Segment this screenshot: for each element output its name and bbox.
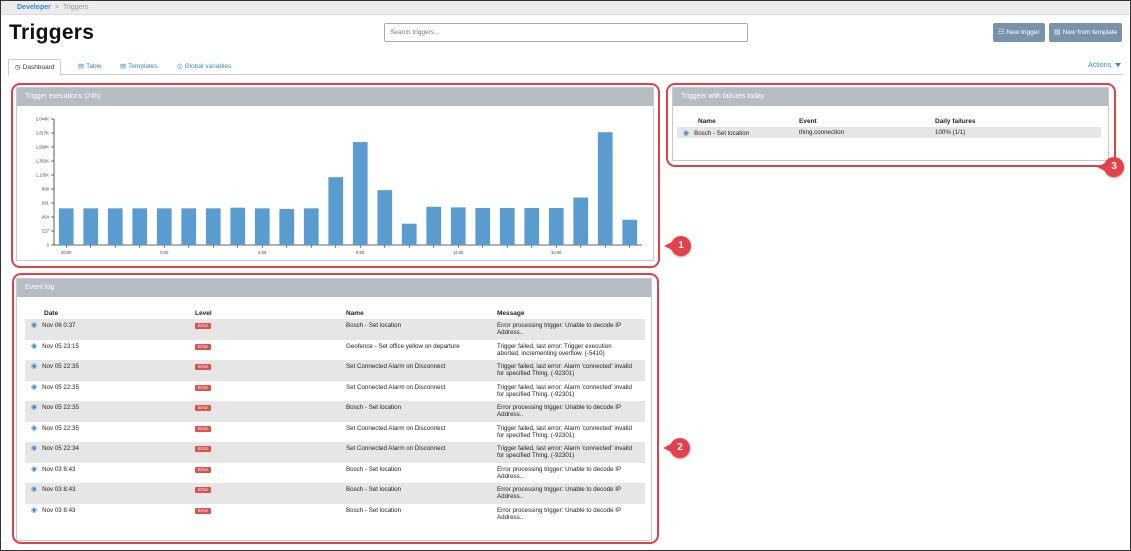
dashboard-icon: ◷ bbox=[15, 64, 21, 71]
actions-label: Actions bbox=[1088, 62, 1111, 69]
annotation-marker-3: 3 bbox=[1097, 157, 1124, 177]
new-trigger-button[interactable]: ☷ New trigger bbox=[993, 23, 1045, 42]
annotation-highlight-3 bbox=[666, 83, 1116, 167]
annotation-marker-1: 1 bbox=[664, 236, 691, 256]
table-icon: ▤ bbox=[78, 63, 85, 70]
tab-table-label: Table bbox=[86, 63, 102, 70]
tab-dashboard-label: Dashboard bbox=[22, 64, 55, 71]
globe-icon: ◎ bbox=[177, 63, 183, 70]
new-from-template-button[interactable]: ▤ New from template bbox=[1049, 23, 1122, 42]
template-icon: ▤ bbox=[120, 63, 127, 70]
page-title: Triggers bbox=[9, 21, 95, 44]
annotation-highlight-1 bbox=[11, 83, 660, 268]
new-from-template-label: New from template bbox=[1062, 29, 1118, 36]
tab-bar: ◷ Dashboard ▤ Table ▤ Templates ◎ Global var… bbox=[8, 59, 1123, 76]
breadcrumb: Developer > Triggers bbox=[1, 1, 1129, 15]
tab-table[interactable]: ▤ Table bbox=[78, 59, 102, 75]
table-icon: ▤ bbox=[1054, 29, 1061, 36]
tab-global-variables-label: Global variables bbox=[184, 63, 232, 70]
tab-global-variables[interactable]: ◎ Global variables bbox=[177, 59, 231, 75]
search-placeholder: Search triggers... bbox=[390, 29, 440, 36]
tab-templates[interactable]: ▤ Templates bbox=[120, 59, 158, 75]
actions-dropdown[interactable]: Actions bbox=[1088, 62, 1121, 69]
breadcrumb-developer-link[interactable]: Developer bbox=[17, 4, 51, 11]
new-trigger-label: New trigger bbox=[1006, 29, 1040, 36]
annotation-highlight-2 bbox=[12, 273, 659, 544]
breadcrumb-current: Triggers bbox=[62, 4, 89, 11]
annotation-marker-2: 2 bbox=[663, 438, 690, 458]
search-input[interactable]: Search triggers... bbox=[384, 23, 748, 42]
tab-dashboard[interactable]: ◷ Dashboard bbox=[8, 59, 62, 76]
chevron-down-icon bbox=[1115, 63, 1121, 68]
breadcrumb-separator: > bbox=[54, 4, 59, 11]
hierarchy-icon: ☷ bbox=[998, 29, 1005, 36]
tab-templates-label: Templates bbox=[128, 63, 158, 70]
